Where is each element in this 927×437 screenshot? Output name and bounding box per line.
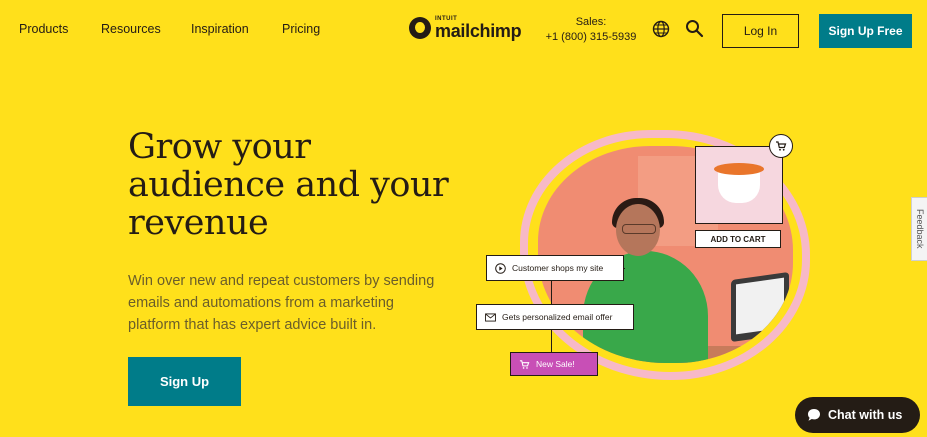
shopping-cart-icon [769, 134, 793, 158]
subtext-line: platform that has expert advice built in… [128, 317, 377, 333]
customer-shops-chip: Customer shops my site [486, 255, 624, 281]
signup-button[interactable]: Sign Up [128, 357, 241, 406]
product-bowl-top [714, 163, 764, 175]
sales-label: Sales: [575, 16, 607, 28]
chat-bubble-icon [808, 409, 820, 421]
headline-line: Grow your [128, 127, 311, 167]
nav-link-pricing[interactable]: Pricing [282, 22, 320, 36]
personalized-email-chip: Gets personalized email offer [476, 304, 634, 330]
hero-headline: Grow your audience and your revenue [128, 128, 488, 242]
nav-link-resources[interactable]: Resources [101, 22, 161, 36]
login-button[interactable]: Log In [722, 14, 799, 48]
cart-icon [519, 359, 530, 369]
headline-line: revenue [128, 203, 269, 243]
subtext-line: Win over new and repeat customers by sen… [128, 273, 435, 289]
add-to-cart-label: ADD TO CART [695, 230, 781, 248]
subtext-line: emails and automations from a marketing [128, 295, 394, 311]
mailchimp-logo[interactable]: INTUIT mailchimp [409, 16, 522, 41]
nav-link-products[interactable]: Products [19, 22, 68, 36]
sales-contact[interactable]: Sales: +1 (800) 315-5939 [545, 15, 637, 45]
sales-phone: +1 (800) 315-5939 [545, 31, 637, 43]
headline-line: audience and your [128, 165, 449, 205]
play-circle-icon [495, 262, 506, 274]
hero-subtext: Win over new and repeat customers by sen… [128, 270, 463, 336]
logo-name: mailchimp [435, 21, 522, 41]
new-sale-chip: New Sale! [510, 352, 598, 376]
nav-link-inspiration[interactable]: Inspiration [191, 22, 249, 36]
chat-with-us-button[interactable]: Chat with us [795, 397, 920, 433]
top-navigation: Products Resources Inspiration Pricing I… [0, 0, 927, 62]
product-card [695, 146, 783, 224]
freddie-logo-icon [409, 17, 431, 39]
laptop [731, 271, 789, 343]
glasses [622, 224, 656, 234]
globe-icon[interactable] [652, 20, 670, 38]
search-icon[interactable] [685, 19, 704, 38]
envelope-icon [485, 312, 496, 322]
signup-free-button[interactable]: Sign Up Free [819, 14, 912, 48]
feedback-tab[interactable]: Feedback [911, 197, 927, 261]
